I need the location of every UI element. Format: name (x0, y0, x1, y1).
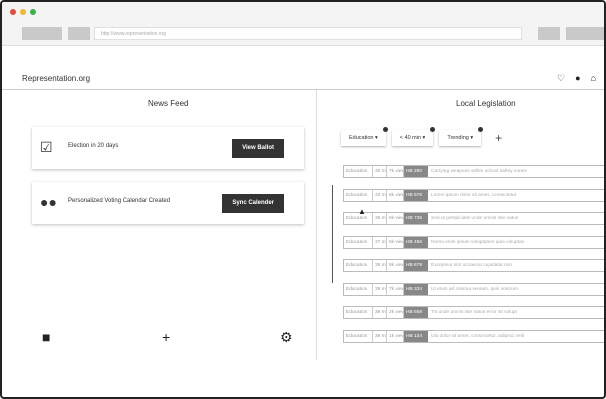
row-category: Education (344, 307, 373, 318)
view-ballot-button[interactable]: View Ballot (232, 139, 284, 158)
filter-badge (478, 127, 484, 132)
browser-window: http://www.representation.org Representa… (0, 0, 606, 399)
row-title: Excepteur sint occaecat cupidatat non (431, 263, 513, 268)
row-category: Education (344, 236, 373, 248)
scrollbar[interactable] (332, 185, 333, 283)
row-time: 39 min (373, 330, 387, 342)
row-bill: HB 568 (404, 307, 428, 318)
sync-calendar-button[interactable]: Sync Calender (222, 194, 284, 213)
row-time: 35 min (373, 213, 387, 224)
browser-chrome: http://www.representation.org (2, 2, 604, 46)
check-box-icon: ☑ (40, 139, 53, 155)
settings-icon[interactable]: ⚙ (280, 329, 293, 345)
row-category: Education (344, 189, 373, 201)
legislation-row[interactable]: Education39 min7k viewsHB 334Ut enim ad … (343, 282, 604, 296)
legislation-row[interactable]: Education39 min2k viewsHB 568Tis unde om… (343, 306, 604, 319)
filter-label: < 40 min ▾ (399, 135, 426, 141)
filter-bar: Education ▾ < 40 min ▾ Trending ▾ + (341, 127, 502, 146)
row-title: Tis unde omnis iste natus error sit volu… (431, 310, 517, 315)
row-title: Nemo enim ipsum voluptatem quia voluptas (431, 239, 525, 245)
bell-icon[interactable]: ♡ (557, 72, 565, 84)
row-views: 7k views (387, 283, 404, 295)
close-window-button[interactable] (10, 9, 16, 15)
row-views: 8k views (387, 260, 404, 271)
forward-button[interactable] (68, 27, 90, 40)
calendar-card: ●● Personalized Voting Calendar Created … (32, 182, 304, 224)
row-category: Education (344, 166, 373, 177)
trash-icon[interactable]: ■ (42, 329, 50, 345)
row-views: 7k views (387, 166, 404, 177)
filter-badge (430, 127, 436, 132)
filter-label: Education ▾ (349, 135, 378, 141)
legislation-row[interactable]: Education39 min1k viewsHB 134Ula dolor s… (343, 329, 604, 343)
row-bill: HB 576 (404, 189, 428, 201)
row-bill: HB 456 (404, 236, 428, 248)
mouse-cursor-icon: ▲ (358, 207, 366, 216)
plus-icon[interactable]: + (162, 329, 170, 345)
people-icon: ●● (40, 194, 57, 210)
browser-menu-button[interactable] (566, 27, 604, 40)
legislation-row[interactable]: Education30 min7k viewsHB 280Carrying we… (343, 165, 604, 178)
row-time: 33 min (373, 189, 387, 201)
header-icons: ♡ ● ⌂ (557, 72, 596, 84)
legislation-row[interactable]: Education33 min6k viewsHB 576Lorem ipsum… (343, 188, 604, 202)
brand-logo[interactable]: Representation.org (22, 74, 90, 83)
row-bill: HB 134 (404, 330, 428, 342)
row-time: 30 min (373, 166, 387, 177)
legislation-row[interactable]: Education37 min5k viewsHB 456Nemo enim i… (343, 235, 604, 249)
maximize-window-button[interactable] (30, 9, 36, 15)
row-title: Sed ut perspiciatis unde omnis iste natu… (431, 216, 519, 221)
home-icon[interactable]: ⌂ (591, 72, 596, 84)
news-feed-title: News Feed (148, 99, 189, 108)
row-category: Education (344, 330, 373, 342)
row-title: Carrying weapons within school safety zo… (431, 169, 527, 174)
sort-filter[interactable]: Trending ▾ (439, 127, 484, 146)
user-icon[interactable]: ● (575, 72, 580, 84)
app-header: Representation.org ♡ ● ⌂ (2, 68, 604, 90)
row-bill: HB 679 (404, 260, 428, 271)
panel-divider (316, 90, 317, 360)
address-bar[interactable]: http://www.representation.org (94, 27, 522, 40)
local-legislation-title: Local Legislation (456, 99, 516, 108)
row-views: 5k views (387, 236, 404, 248)
legislation-row[interactable]: Education35 min6k viewsHB 735Sed ut pers… (343, 212, 604, 225)
window-controls (10, 9, 36, 15)
row-bill: HB 735 (404, 213, 428, 224)
row-category: Education (344, 260, 373, 271)
add-filter-button[interactable]: + (495, 130, 502, 146)
category-filter[interactable]: Education ▾ (341, 127, 388, 146)
back-button[interactable] (22, 27, 62, 40)
row-bill: HB 280 (404, 166, 428, 177)
row-views: 1k views (387, 330, 404, 342)
legislation-row[interactable]: Education38 min8k viewsHB 679Excepteur s… (343, 259, 604, 272)
row-time: 37 min (373, 236, 387, 248)
row-time: 39 min (373, 307, 387, 318)
browser-action-button[interactable] (538, 27, 560, 40)
election-card: ☑ Election in 20 days View Ballot (32, 127, 304, 169)
filter-badge (382, 127, 388, 132)
filter-label: Trending ▾ (447, 135, 474, 141)
row-bill: HB 334 (404, 283, 428, 295)
row-views: 6k views (387, 213, 404, 224)
duration-filter[interactable]: < 40 min ▾ (391, 127, 436, 146)
card-text: Election in 20 days (68, 143, 119, 149)
row-views: 6k views (387, 189, 404, 201)
row-views: 2k views (387, 307, 404, 318)
card-text: Personalized Voting Calendar Created (68, 198, 171, 204)
row-title: Lorem ipsum dolor sit amet, consectetur (431, 192, 517, 198)
row-title: Ula dolor sit amet, consectetur, adipisc… (431, 333, 525, 339)
row-category: Education (344, 283, 373, 295)
legislation-list: Education30 min7k viewsHB 280Carrying we… (343, 165, 604, 353)
minimize-window-button[interactable] (20, 9, 26, 15)
row-time: 39 min (373, 283, 387, 295)
row-time: 38 min (373, 260, 387, 271)
row-title: Ut enim ad minima veniam, quis nostrum (431, 286, 518, 292)
